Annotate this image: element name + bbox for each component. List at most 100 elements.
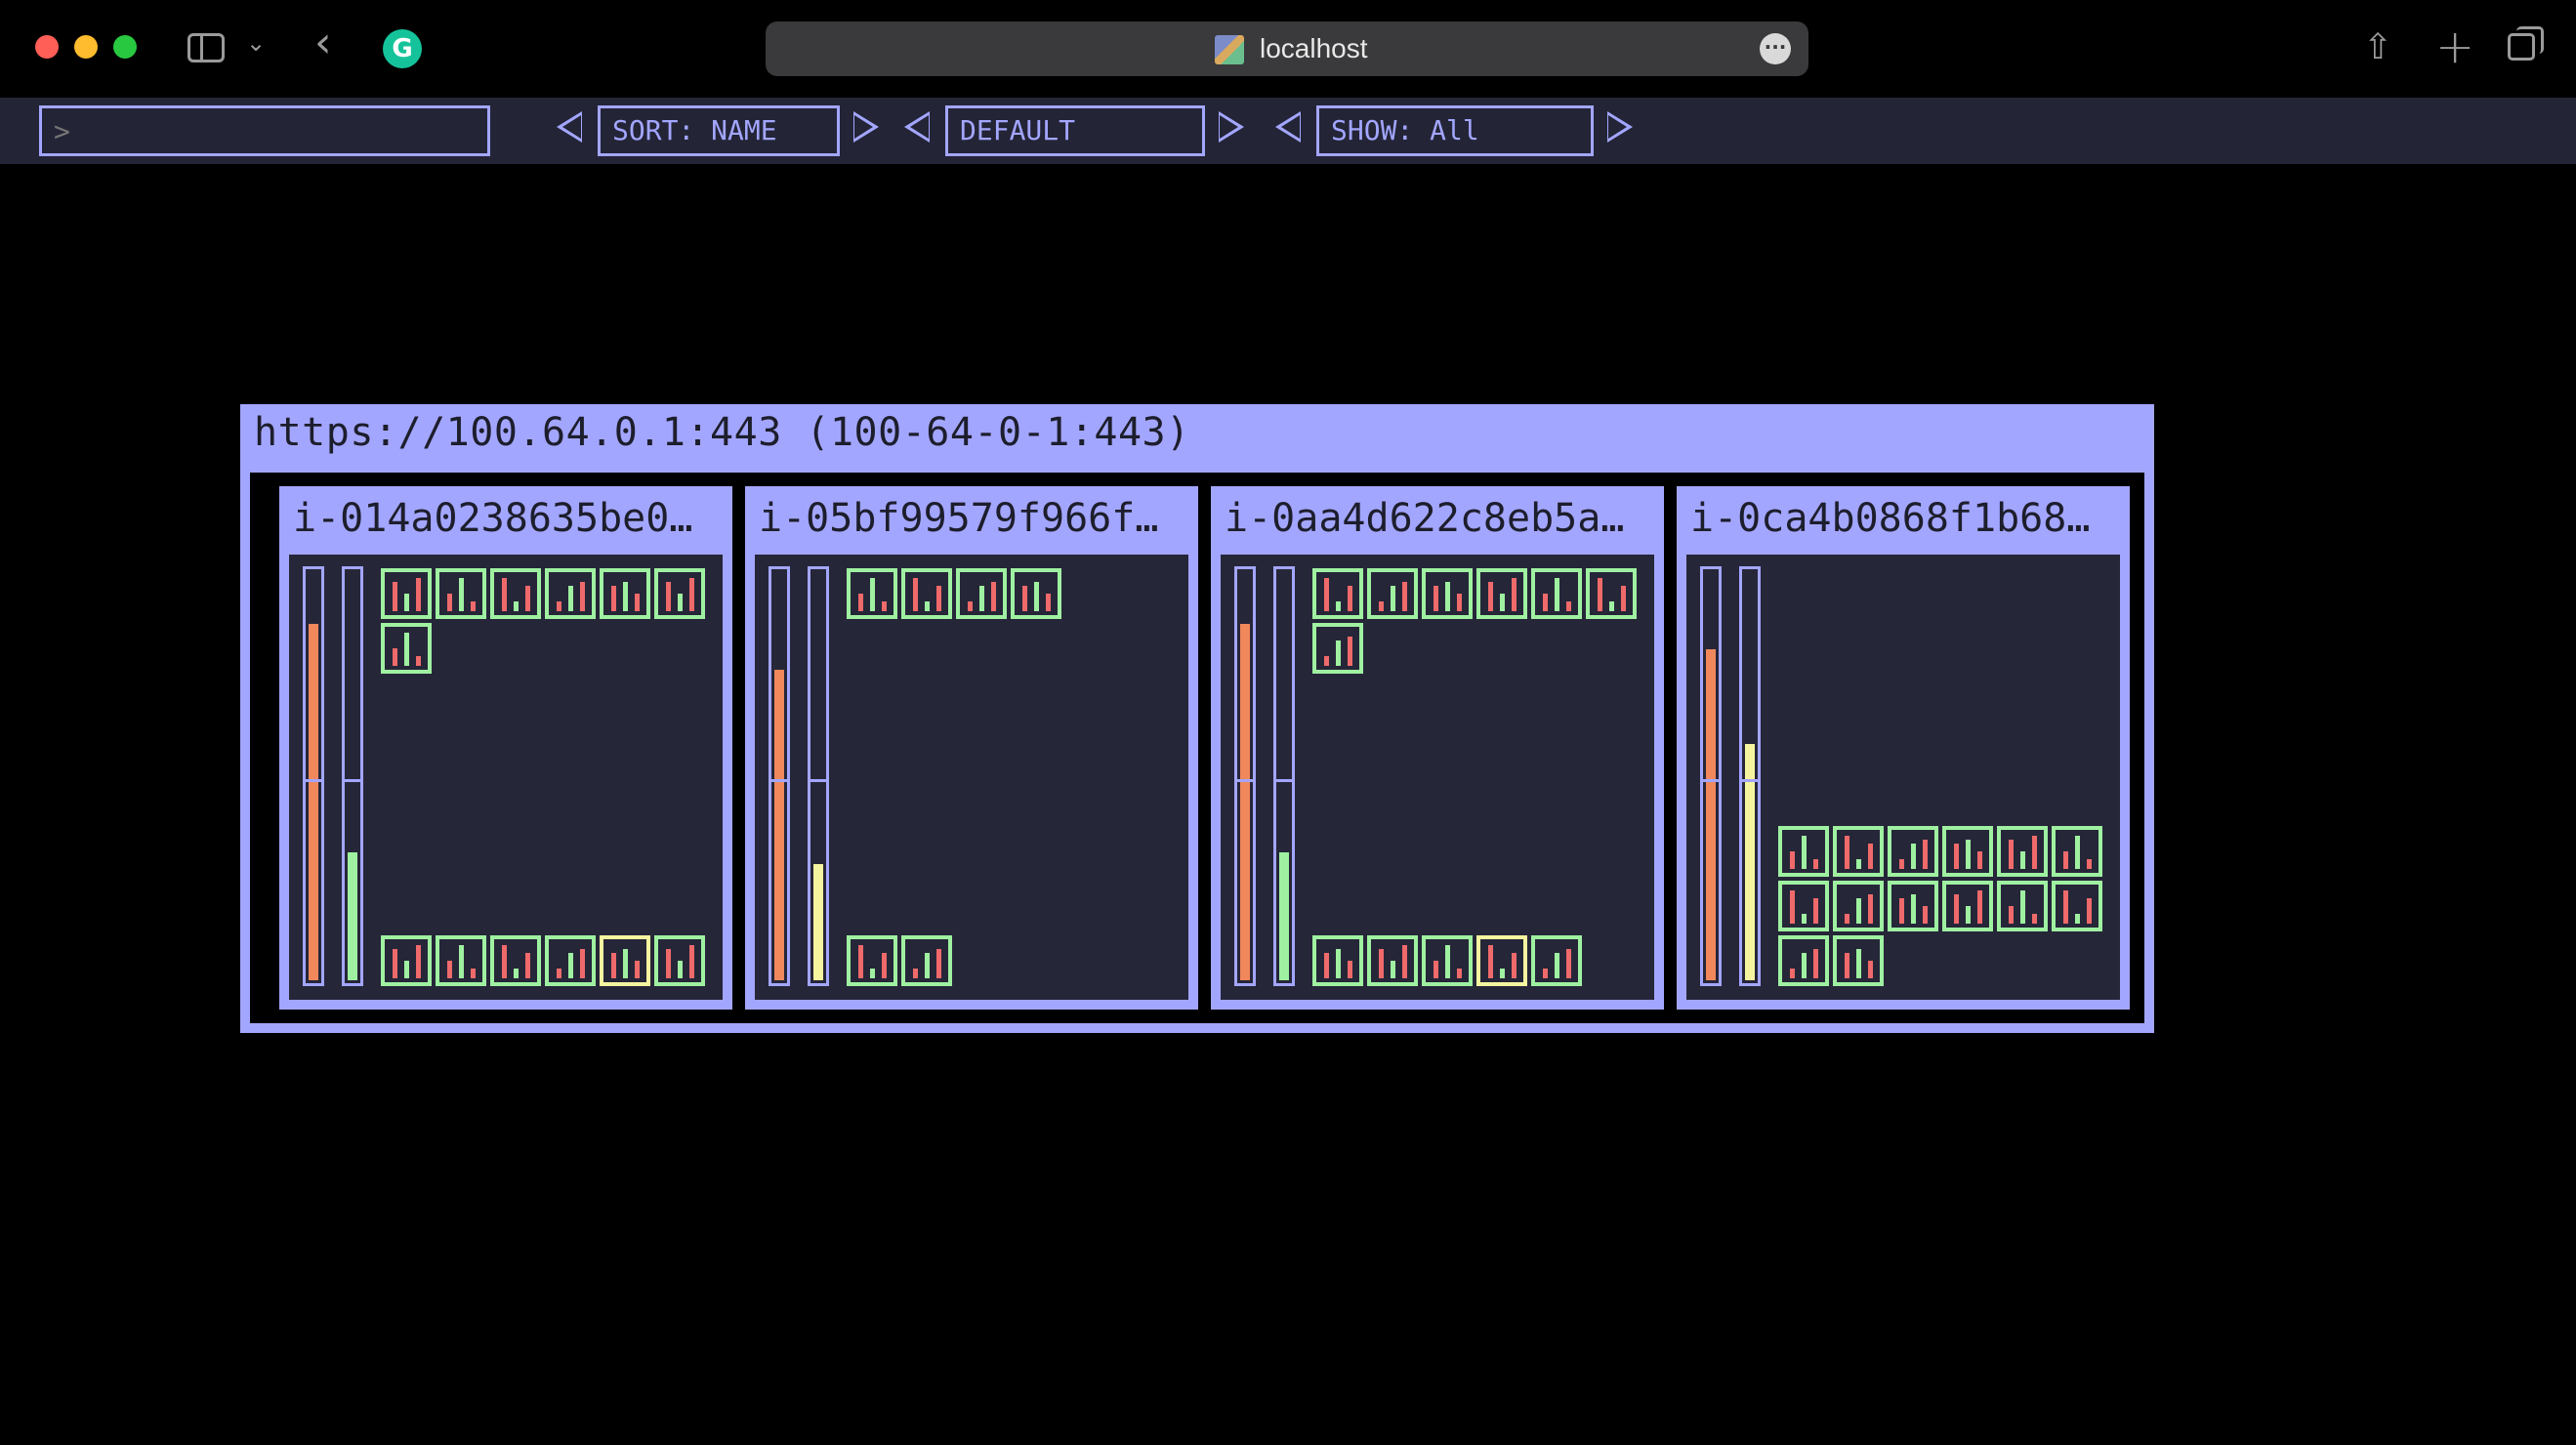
pod-box[interactable] bbox=[847, 935, 897, 986]
node-card[interactable]: i-0aa4d622c8eb5a… bbox=[1211, 486, 1664, 1010]
pod-box[interactable] bbox=[956, 568, 1007, 619]
container-bar bbox=[936, 949, 941, 978]
container-bar bbox=[502, 578, 507, 611]
pod-box[interactable] bbox=[1422, 568, 1473, 619]
memory-usage-bar bbox=[342, 566, 363, 986]
pod-box[interactable] bbox=[1778, 826, 1829, 877]
pod-box[interactable] bbox=[490, 935, 541, 986]
container-bar bbox=[1555, 953, 1559, 978]
pod-box[interactable] bbox=[1942, 826, 1993, 877]
memory-usage-bar bbox=[1273, 566, 1295, 986]
sort-selector[interactable]: SORT: NAME bbox=[598, 105, 840, 156]
node-name: i-0ca4b0868f1b68… bbox=[1690, 496, 2091, 541]
container-bar bbox=[1391, 961, 1395, 978]
pod-box[interactable] bbox=[1312, 623, 1363, 674]
container-bar bbox=[689, 578, 694, 611]
pod-box[interactable] bbox=[1312, 935, 1363, 986]
pod-box[interactable] bbox=[1531, 935, 1582, 986]
address-bar[interactable]: localhost ··· bbox=[766, 21, 1808, 76]
node-body bbox=[1221, 555, 1654, 1000]
pod-box[interactable] bbox=[1833, 826, 1884, 877]
container-bar bbox=[416, 656, 421, 666]
container-bar bbox=[1457, 594, 1462, 611]
pod-box[interactable] bbox=[1942, 881, 1993, 931]
sort-prev-icon[interactable] bbox=[557, 111, 582, 143]
pod-box[interactable] bbox=[1997, 826, 2048, 877]
pod-box[interactable] bbox=[2052, 826, 2102, 877]
node-card[interactable]: i-05bf99579f966f… bbox=[745, 486, 1198, 1010]
close-window-icon[interactable] bbox=[35, 35, 59, 59]
pod-box[interactable] bbox=[1833, 881, 1884, 931]
pod-box[interactable] bbox=[2052, 881, 2102, 931]
pod-box[interactable] bbox=[1888, 881, 1938, 931]
show-next-icon[interactable] bbox=[1607, 111, 1633, 143]
container-bar bbox=[2075, 914, 2080, 924]
pod-box[interactable] bbox=[600, 935, 650, 986]
back-arrow-icon[interactable]: ‹ bbox=[314, 21, 332, 64]
container-bar bbox=[1402, 945, 1407, 978]
profile-next-icon[interactable] bbox=[1219, 111, 1244, 143]
container-bar bbox=[1954, 844, 1959, 869]
pod-box[interactable] bbox=[1888, 826, 1938, 877]
pod-box[interactable] bbox=[901, 935, 952, 986]
pod-box[interactable] bbox=[654, 935, 705, 986]
maximize-window-icon[interactable] bbox=[113, 35, 137, 59]
cpu-usage-bar bbox=[1700, 566, 1722, 986]
pod-box[interactable] bbox=[1367, 568, 1418, 619]
grammarly-icon[interactable]: G bbox=[383, 29, 422, 68]
pod-box[interactable] bbox=[1422, 935, 1473, 986]
share-icon[interactable]: ⇧ bbox=[2363, 27, 2392, 67]
pod-box[interactable] bbox=[847, 568, 897, 619]
node-card[interactable]: i-014a0238635be0… bbox=[279, 486, 732, 1010]
chevron-down-icon[interactable]: ⌄ bbox=[246, 29, 266, 68]
pod-box[interactable] bbox=[901, 568, 952, 619]
pod-box[interactable] bbox=[654, 568, 705, 619]
command-input[interactable] bbox=[39, 105, 490, 156]
pod-box[interactable] bbox=[1586, 568, 1637, 619]
node-card[interactable]: i-0ca4b0868f1b68… bbox=[1677, 486, 2130, 1010]
pod-box[interactable] bbox=[1476, 935, 1527, 986]
profile-prev-icon[interactable] bbox=[904, 111, 930, 143]
container-bar bbox=[991, 582, 996, 611]
container-bar bbox=[1923, 840, 1928, 869]
pod-box[interactable] bbox=[381, 568, 432, 619]
pod-box[interactable] bbox=[490, 568, 541, 619]
show-prev-icon[interactable] bbox=[1275, 111, 1301, 143]
container-bar bbox=[471, 969, 476, 978]
pod-box[interactable] bbox=[381, 935, 432, 986]
ellipsis-icon[interactable]: ··· bbox=[1760, 33, 1791, 64]
pod-box[interactable] bbox=[545, 568, 596, 619]
container-bar bbox=[1868, 894, 1873, 924]
container-bar bbox=[525, 586, 530, 611]
tab-overview-icon[interactable] bbox=[2508, 26, 2544, 61]
profile-selector[interactable]: DEFAULT bbox=[945, 105, 1205, 156]
pod-box[interactable] bbox=[1011, 568, 1061, 619]
show-selector[interactable]: SHOW: All bbox=[1316, 105, 1594, 156]
plus-icon[interactable]: + bbox=[2435, 20, 2474, 74]
container-bar bbox=[1856, 898, 1861, 924]
pod-box[interactable] bbox=[600, 568, 650, 619]
pod-box[interactable] bbox=[381, 623, 432, 674]
pod-box[interactable] bbox=[545, 935, 596, 986]
sidebar-toggle-icon[interactable] bbox=[187, 33, 225, 62]
container-bar bbox=[1813, 898, 1818, 924]
pod-box[interactable] bbox=[1778, 935, 1829, 986]
container-bar bbox=[2032, 914, 2037, 924]
cpu-usage-bar-marker bbox=[306, 779, 321, 782]
pod-box[interactable] bbox=[1476, 568, 1527, 619]
pod-box[interactable] bbox=[1367, 935, 1418, 986]
pod-box[interactable] bbox=[1833, 935, 1884, 986]
container-bar bbox=[447, 961, 452, 978]
pod-box[interactable] bbox=[436, 568, 486, 619]
pod-box[interactable] bbox=[1778, 881, 1829, 931]
pod-box[interactable] bbox=[1997, 881, 2048, 931]
cpu-usage-bar bbox=[1234, 566, 1256, 986]
sort-next-icon[interactable] bbox=[853, 111, 879, 143]
container-bar bbox=[678, 594, 683, 611]
minimize-window-icon[interactable] bbox=[74, 35, 98, 59]
pod-box[interactable] bbox=[1531, 568, 1582, 619]
pod-box[interactable] bbox=[1312, 568, 1363, 619]
pod-box[interactable] bbox=[436, 935, 486, 986]
container-bar bbox=[1457, 969, 1462, 978]
container-bar bbox=[1868, 961, 1873, 978]
